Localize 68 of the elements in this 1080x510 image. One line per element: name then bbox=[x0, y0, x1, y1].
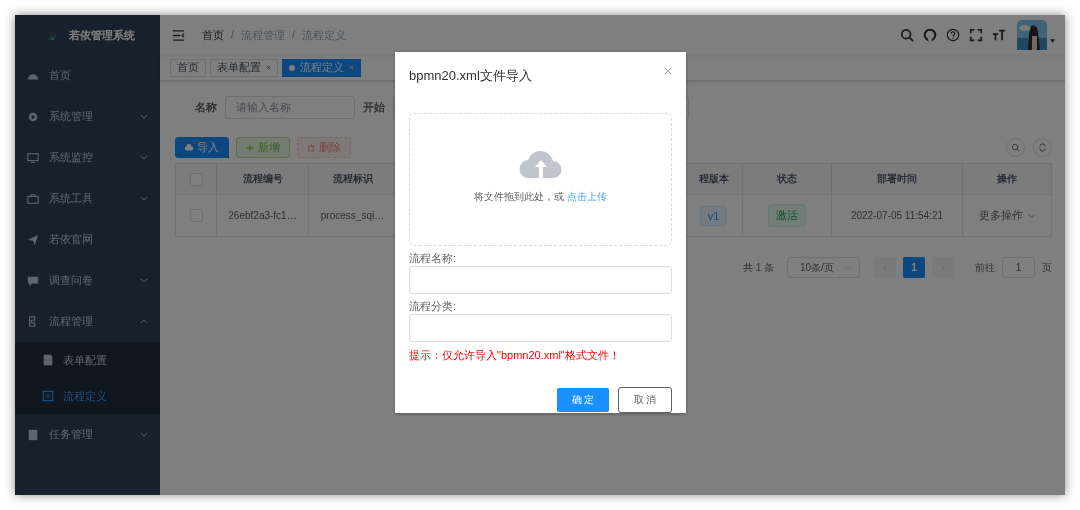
close-icon[interactable] bbox=[664, 66, 672, 75]
field-label: 流程名称: bbox=[409, 252, 458, 265]
document-icon bbox=[27, 428, 39, 441]
app-title: 若依管理系统 bbox=[68, 27, 135, 43]
dot-icon bbox=[289, 64, 295, 71]
version-tag: v1 bbox=[699, 205, 728, 226]
menu-icon[interactable] bbox=[172, 29, 185, 41]
gear-icon bbox=[27, 110, 39, 123]
upload-hint: 将文件拖到此处，或 点击上传 bbox=[474, 189, 607, 204]
total-count: 共 1 条 bbox=[742, 260, 774, 275]
column-header: 流程编号 bbox=[242, 172, 283, 186]
help-icon[interactable] bbox=[946, 28, 960, 42]
column-header: 流程标识 bbox=[332, 172, 373, 186]
close-icon[interactable] bbox=[266, 65, 271, 70]
table-cell: 26ebf2a3-fc1… bbox=[228, 210, 297, 221]
table-cell: process_sqi… bbox=[320, 210, 385, 221]
breadcrumb-separator: / bbox=[231, 27, 235, 42]
column-header: 状态 bbox=[777, 172, 797, 186]
field-label: 名称 bbox=[194, 100, 218, 115]
sidebar-item[interactable]: 若依官网 bbox=[15, 219, 160, 260]
input-field[interactable] bbox=[409, 266, 672, 294]
dialog-title: bpmn20.xml文件导入 bbox=[409, 66, 532, 85]
dialog-button[interactable]: 取 消 bbox=[618, 387, 672, 413]
paper-plane-icon bbox=[27, 233, 39, 246]
frame-icon bbox=[42, 390, 54, 402]
column-header: 部署时间 bbox=[877, 172, 917, 186]
refresh-icon bbox=[1038, 143, 1047, 152]
field-label: 流程分类: bbox=[409, 300, 458, 313]
submenu-item[interactable]: 表单配置 bbox=[15, 342, 160, 378]
input-field[interactable] bbox=[409, 314, 672, 342]
upload-link[interactable]: 点击上传 bbox=[566, 190, 607, 202]
plus-icon bbox=[246, 143, 254, 152]
tab[interactable]: 首页 bbox=[170, 58, 206, 77]
goto-label: 前往 bbox=[975, 260, 995, 275]
column-header: 操作 bbox=[997, 172, 1017, 186]
submenu-item[interactable]: 流程定义 bbox=[15, 378, 160, 414]
chevron-down-icon bbox=[1028, 213, 1035, 218]
column-header: 程版本 bbox=[698, 172, 729, 186]
page-input-field[interactable]: 1 bbox=[1002, 257, 1035, 278]
dialog-button[interactable]: 确 定 bbox=[556, 387, 610, 413]
tab[interactable]: 表单配置 bbox=[210, 58, 278, 77]
upload-icon bbox=[185, 143, 193, 152]
text-size-icon[interactable] bbox=[992, 28, 1006, 42]
fullscreen-icon[interactable] bbox=[969, 28, 983, 42]
status-tag: 激活 bbox=[768, 204, 806, 227]
breadcrumb-separator: / bbox=[292, 27, 296, 42]
search-icon bbox=[1011, 143, 1020, 152]
table-cell: 2022-07-05 11:54:21 bbox=[850, 210, 944, 221]
refresh-button[interactable] bbox=[1033, 138, 1052, 157]
page-suffix: 页 bbox=[1042, 260, 1052, 275]
search-toggle-button[interactable] bbox=[1006, 138, 1025, 157]
tab[interactable]: 流程定义 bbox=[282, 58, 361, 77]
sidebar-item[interactable]: 首页 bbox=[15, 55, 160, 96]
monitor-icon bbox=[27, 151, 39, 164]
search-icon[interactable] bbox=[900, 28, 914, 42]
more-actions-dropdown[interactable]: 更多操作 bbox=[979, 208, 1035, 223]
form-icon bbox=[42, 354, 54, 366]
toolbox-icon bbox=[27, 192, 39, 205]
page-size-select[interactable]: 10条/页 bbox=[787, 257, 860, 278]
field-label: 开始 bbox=[362, 100, 386, 115]
toolbar-button[interactable]: 新增 bbox=[236, 137, 290, 158]
trash-icon bbox=[307, 143, 315, 152]
chat-icon bbox=[27, 274, 39, 287]
breadcrumb-item[interactable]: 首页 bbox=[202, 27, 224, 43]
caret-down-icon[interactable] bbox=[1050, 39, 1055, 43]
page-number[interactable]: 1 bbox=[903, 257, 925, 278]
hint-text: 提示：仅允许导入"bpmn20.xml"格式文件！ bbox=[409, 348, 621, 363]
upload-dropzone[interactable]: 将文件拖到此处，或 点击上传 bbox=[409, 113, 672, 246]
